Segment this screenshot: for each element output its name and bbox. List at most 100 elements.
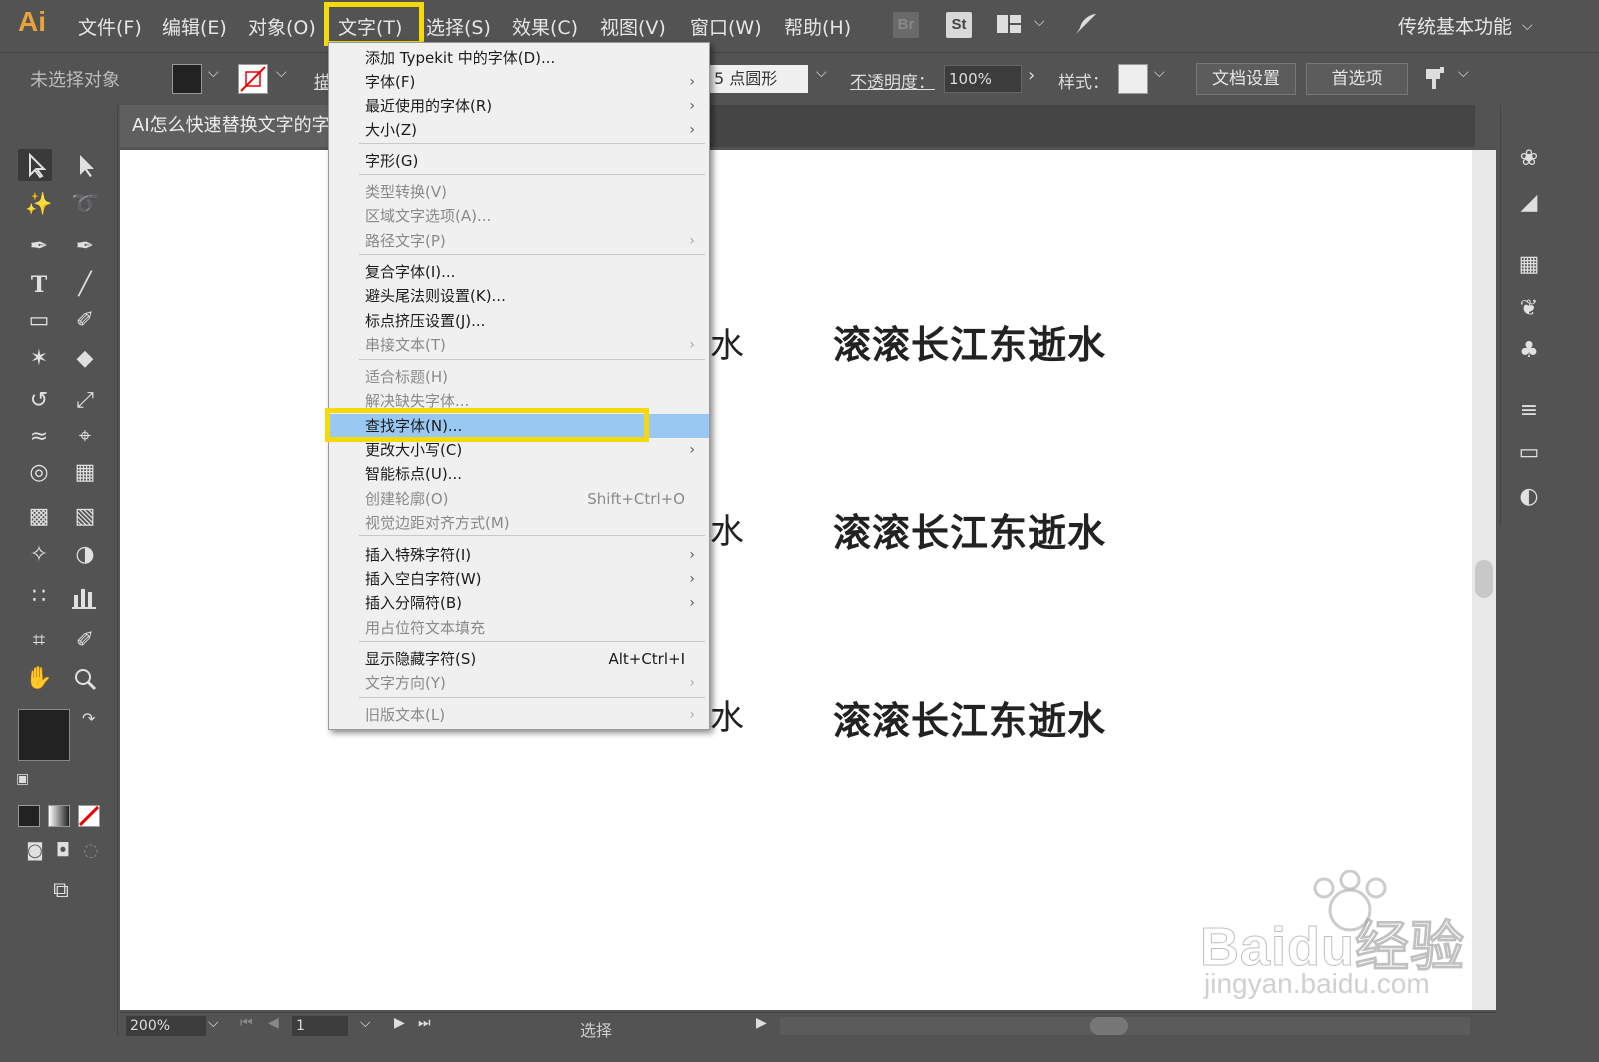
- previous-artboard-icon[interactable]: ◀: [268, 1015, 279, 1031]
- symbols-icon[interactable]: ♣: [1515, 337, 1543, 365]
- selection-tool-icon[interactable]: [18, 149, 52, 181]
- chevron-right-icon[interactable]: ›: [1028, 65, 1035, 86]
- type-menu-item[interactable]: 插入特殊字符(I) ›: [329, 543, 709, 567]
- slice-tool-icon[interactable]: ✐: [68, 625, 102, 657]
- type-tool-icon[interactable]: T: [22, 269, 56, 301]
- chevron-down-icon[interactable]: ⌵: [208, 65, 219, 81]
- curvature-tool-icon[interactable]: ✒: [68, 231, 102, 263]
- chevron-down-icon[interactable]: ⌵: [1034, 14, 1045, 30]
- rectangle-tool-icon[interactable]: ▭: [22, 305, 56, 337]
- zoom-level-input[interactable]: 200%: [126, 1016, 206, 1036]
- status-text[interactable]: 选择: [580, 1017, 612, 1041]
- feather-icon[interactable]: [1072, 10, 1100, 38]
- eraser-tool-icon[interactable]: ◆: [68, 343, 102, 375]
- type-menu-item[interactable]: 添加 Typekit 中的字体(D)...: [329, 46, 709, 70]
- text-line-1[interactable]: 滚滚长江东逝水: [833, 314, 1106, 369]
- first-artboard-icon[interactable]: ⏮: [240, 1015, 253, 1031]
- type-menu-item[interactable]: 插入空白字符(W) ›: [329, 567, 709, 591]
- type-menu-item[interactable]: 字体(F) ›: [329, 70, 709, 94]
- menu-edit[interactable]: 编辑(E): [162, 13, 227, 40]
- last-artboard-icon[interactable]: ⏭: [418, 1015, 431, 1031]
- paintbrush-tool-icon[interactable]: ✐: [68, 305, 102, 337]
- swatches-icon[interactable]: ▦: [1515, 251, 1543, 279]
- magic-wand-tool-icon[interactable]: ✨: [22, 189, 56, 221]
- vertical-scroll-thumb[interactable]: [1475, 560, 1493, 598]
- stock-button[interactable]: St: [946, 12, 972, 38]
- artboard-tool-icon[interactable]: ⌗: [22, 625, 56, 657]
- color-mode-icon[interactable]: [18, 805, 40, 827]
- opacity-input[interactable]: 100%: [944, 65, 1022, 93]
- fill-color-box[interactable]: [18, 709, 70, 761]
- lasso-tool-icon[interactable]: ➰: [68, 189, 102, 221]
- puppet-warp-tool-icon[interactable]: ⌖: [68, 421, 102, 453]
- type-menu-item[interactable]: 标点挤压设置(J)...: [329, 309, 709, 333]
- workspace-switcher[interactable]: 传统基本功能: [1398, 12, 1512, 39]
- menu-effect[interactable]: 效果(C): [512, 13, 578, 40]
- chevron-down-icon[interactable]: ⌵: [816, 65, 827, 81]
- chevron-down-icon[interactable]: ⌵: [208, 1015, 219, 1031]
- shaper-tool-icon[interactable]: ✶: [22, 343, 56, 375]
- scale-tool-icon[interactable]: ⤢: [68, 385, 102, 417]
- none-mode-icon[interactable]: [78, 805, 100, 827]
- menu-file[interactable]: 文件(F): [78, 13, 142, 40]
- arrange-icon[interactable]: [1424, 65, 1448, 91]
- document-setup-button[interactable]: 文档设置: [1196, 63, 1296, 95]
- gradient-mode-icon[interactable]: [48, 805, 70, 827]
- type-menu-item[interactable]: 大小(Z) ›: [329, 118, 709, 142]
- horizontal-scroll-thumb[interactable]: [1090, 1017, 1128, 1035]
- horizontal-scrollbar[interactable]: [780, 1017, 1470, 1035]
- text-line-2[interactable]: 滚滚长江东逝水: [833, 502, 1106, 557]
- blend-tool-icon[interactable]: ◑: [68, 539, 102, 571]
- chevron-down-icon[interactable]: ⌵: [360, 1015, 371, 1031]
- menu-select[interactable]: 选择(S): [426, 13, 491, 40]
- perspective-grid-tool-icon[interactable]: ▦: [68, 457, 102, 489]
- color-guide-icon[interactable]: ◢: [1515, 189, 1543, 217]
- type-menu-item[interactable]: 避头尾法则设置(K)...: [329, 284, 709, 308]
- gradient-panel-icon[interactable]: ▭: [1515, 439, 1543, 467]
- text-line-3[interactable]: 滚滚长江东逝水: [833, 690, 1106, 745]
- pen-tool-icon[interactable]: ✒: [22, 231, 56, 263]
- column-graph-tool-icon[interactable]: [68, 581, 102, 613]
- bridge-button[interactable]: Br: [893, 12, 919, 38]
- type-menu-item[interactable]: 显示隐藏字符(S) Alt+Ctrl+I: [329, 647, 709, 671]
- fill-swatch[interactable]: [172, 64, 202, 94]
- hand-tool-icon[interactable]: ✋: [22, 663, 56, 695]
- rotate-tool-icon[interactable]: ↺: [22, 385, 56, 417]
- swap-colors-icon[interactable]: ↷: [82, 709, 95, 728]
- menu-help[interactable]: 帮助(H): [784, 13, 851, 40]
- width-tool-icon[interactable]: ≈: [22, 421, 56, 453]
- gradient-tool-icon[interactable]: ▧: [68, 501, 102, 533]
- brushes-icon[interactable]: ❦: [1515, 295, 1543, 323]
- eyedropper-tool-icon[interactable]: ✧: [22, 539, 56, 571]
- default-colors-icon[interactable]: ▣: [16, 771, 29, 787]
- shape-builder-tool-icon[interactable]: ◎: [22, 457, 56, 489]
- menu-window[interactable]: 窗口(W): [690, 13, 762, 40]
- transparency-icon[interactable]: ◐: [1515, 483, 1543, 511]
- type-menu-item[interactable]: 插入分隔符(B) ›: [329, 591, 709, 615]
- stroke-swatch[interactable]: [238, 64, 268, 94]
- chevron-down-icon[interactable]: ⌵: [1522, 18, 1533, 34]
- brush-definition[interactable]: 5 点圆形: [708, 65, 808, 93]
- type-menu-item[interactable]: 智能标点(U)...: [329, 462, 709, 486]
- chevron-down-icon[interactable]: ⌵: [1154, 65, 1165, 81]
- arrange-documents-icon[interactable]: [996, 14, 1022, 34]
- chevron-down-icon[interactable]: ⌵: [276, 65, 287, 81]
- stroke-panel-icon[interactable]: ≡: [1515, 397, 1543, 425]
- status-menu-arrow-icon[interactable]: ▶: [756, 1015, 767, 1031]
- direct-selection-tool-icon[interactable]: [68, 149, 102, 181]
- style-swatch[interactable]: [1118, 64, 1148, 94]
- menu-view[interactable]: 视图(V): [600, 13, 666, 40]
- next-artboard-icon[interactable]: ▶: [394, 1015, 405, 1031]
- type-menu-item[interactable]: 字形(G): [329, 149, 709, 173]
- type-menu-item[interactable]: 复合字体(I)...: [329, 260, 709, 284]
- zoom-tool-icon[interactable]: [68, 663, 102, 695]
- preferences-button[interactable]: 首选项: [1306, 63, 1408, 95]
- draw-inside-icon[interactable]: ◌: [74, 835, 108, 867]
- menu-object[interactable]: 对象(O): [248, 13, 316, 40]
- symbol-sprayer-tool-icon[interactable]: ∷: [22, 581, 56, 613]
- color-palette-icon[interactable]: ❀: [1515, 145, 1543, 173]
- opacity-label[interactable]: 不透明度：: [850, 68, 935, 93]
- artboard-number-input[interactable]: 1: [292, 1016, 348, 1036]
- screen-mode-icon[interactable]: ⧉: [44, 875, 78, 907]
- chevron-down-icon[interactable]: ⌵: [1458, 65, 1469, 81]
